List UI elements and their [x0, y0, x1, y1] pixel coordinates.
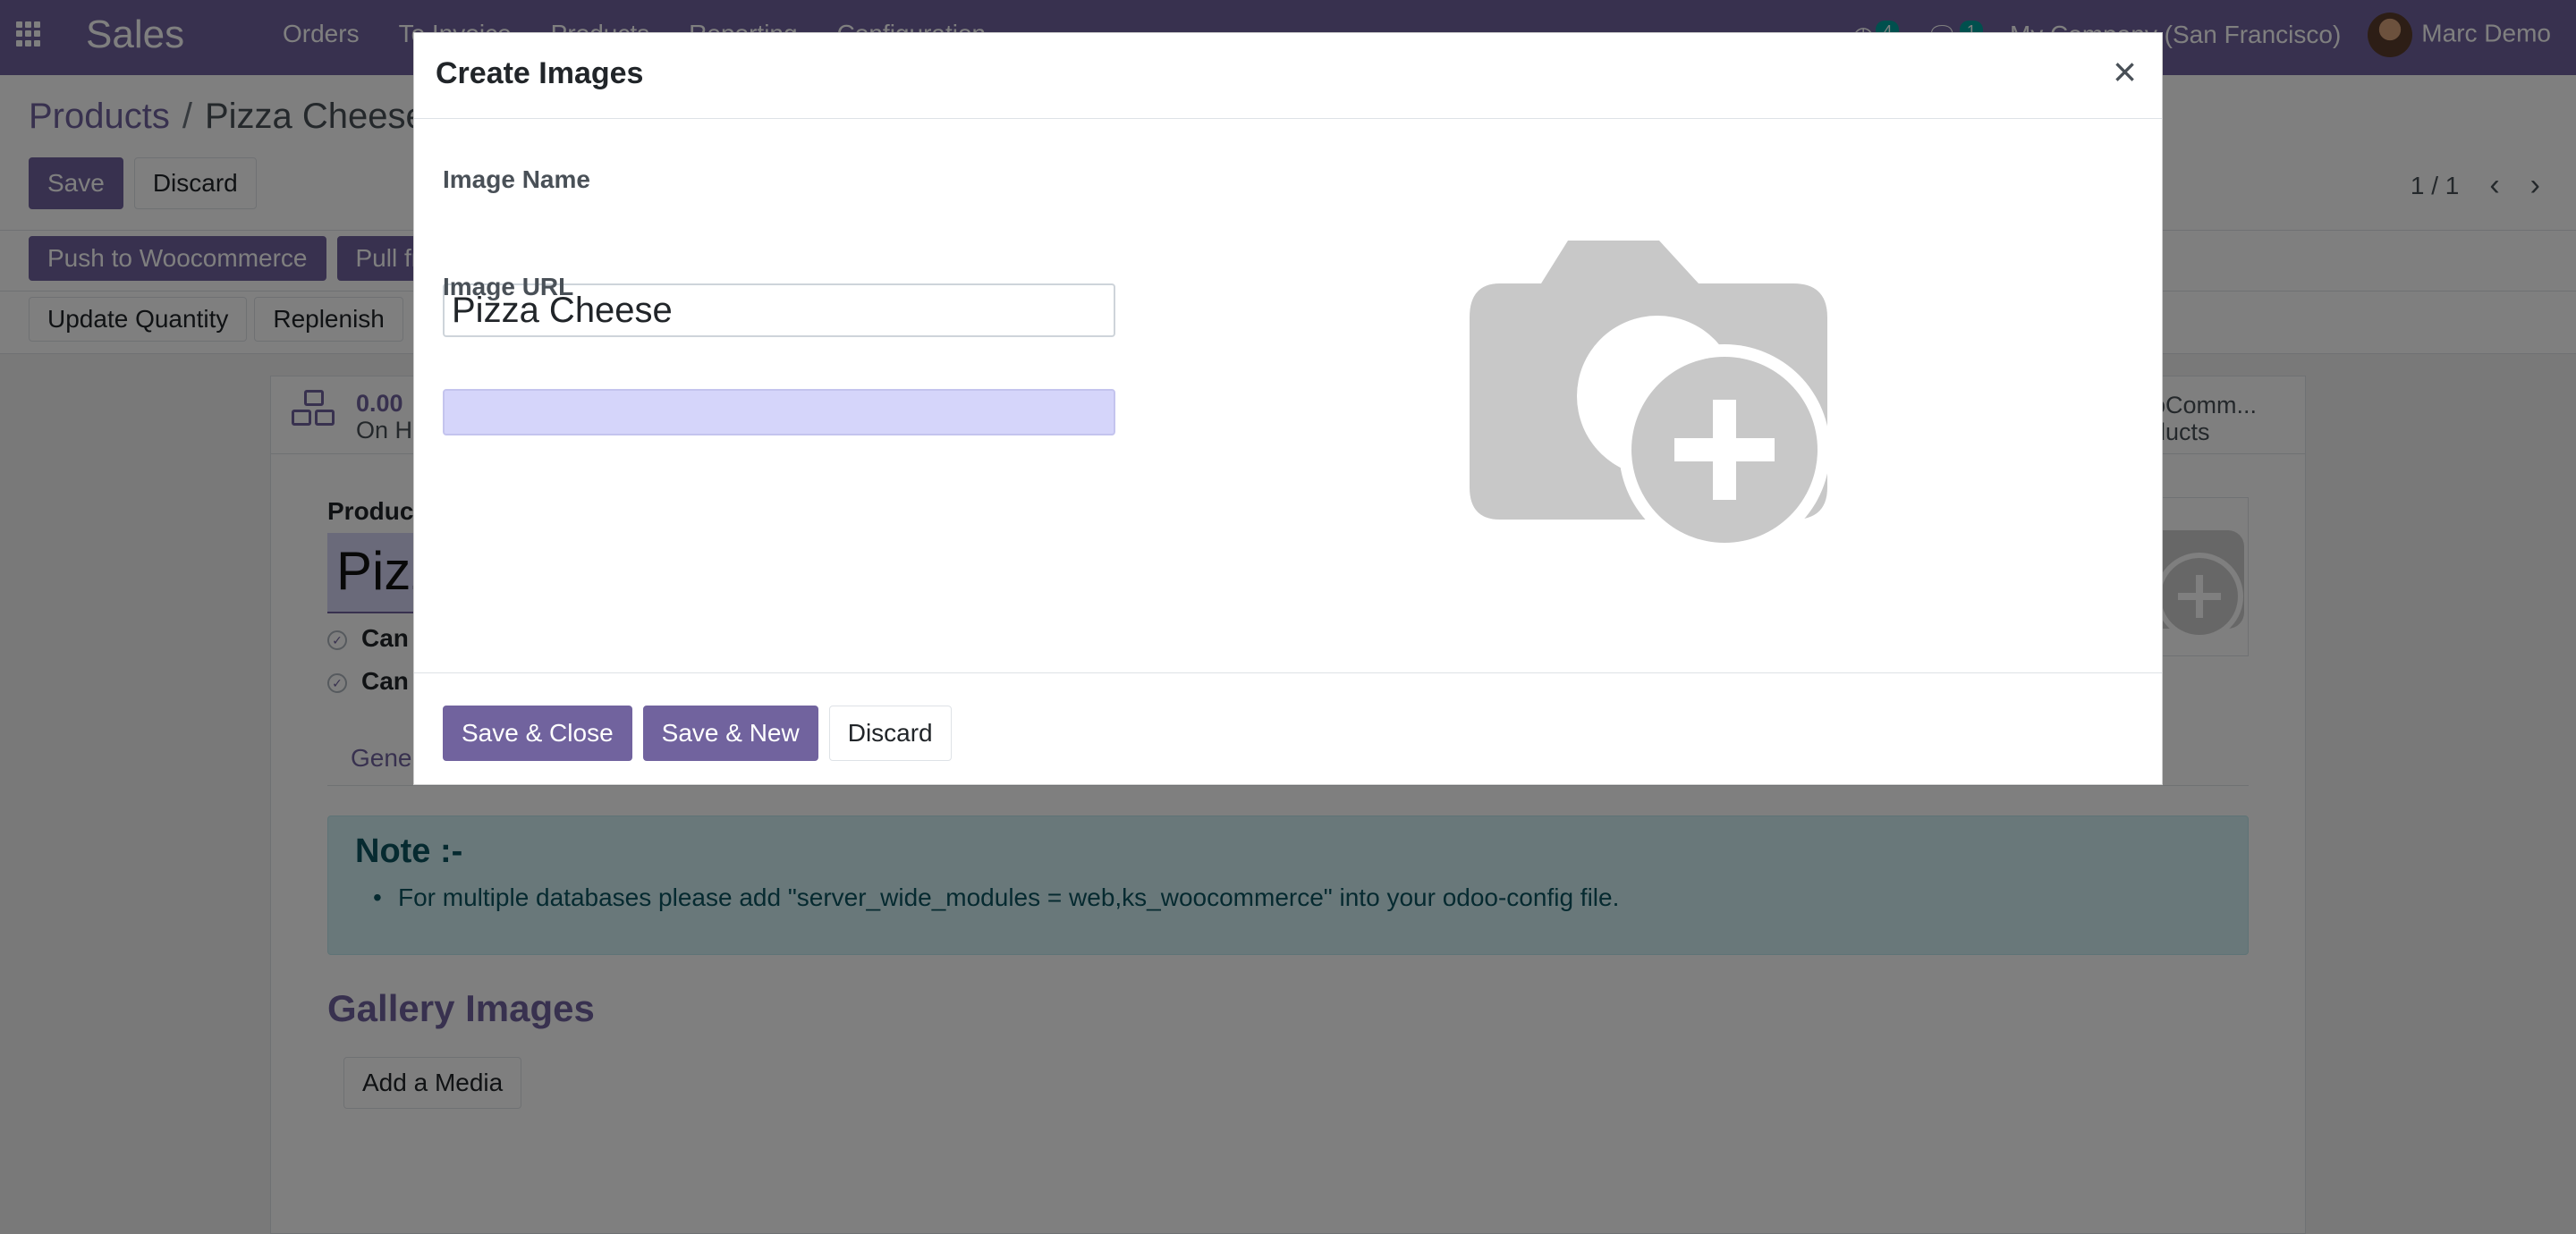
dialog-footer: Save & Close Save & New Discard	[414, 673, 2162, 786]
dialog-body: Image Name Image URL	[414, 119, 2162, 673]
close-icon[interactable]: ×	[2113, 51, 2137, 92]
dialog-discard-button[interactable]: Discard	[828, 706, 952, 761]
create-images-dialog: Create Images × Image Name Image URL Sav…	[413, 32, 2163, 785]
image-name-label: Image Name	[443, 165, 590, 193]
image-upload-placeholder[interactable]	[1470, 239, 1854, 579]
dialog-title: Create Images	[436, 56, 644, 90]
save-and-new-button[interactable]: Save & New	[642, 706, 818, 761]
image-url-label: Image URL	[443, 273, 574, 300]
image-url-input[interactable]	[443, 389, 1115, 435]
dialog-header: Create Images ×	[414, 33, 2162, 119]
save-and-close-button[interactable]: Save & Close	[443, 706, 632, 761]
camera-add-icon	[1470, 241, 1830, 555]
